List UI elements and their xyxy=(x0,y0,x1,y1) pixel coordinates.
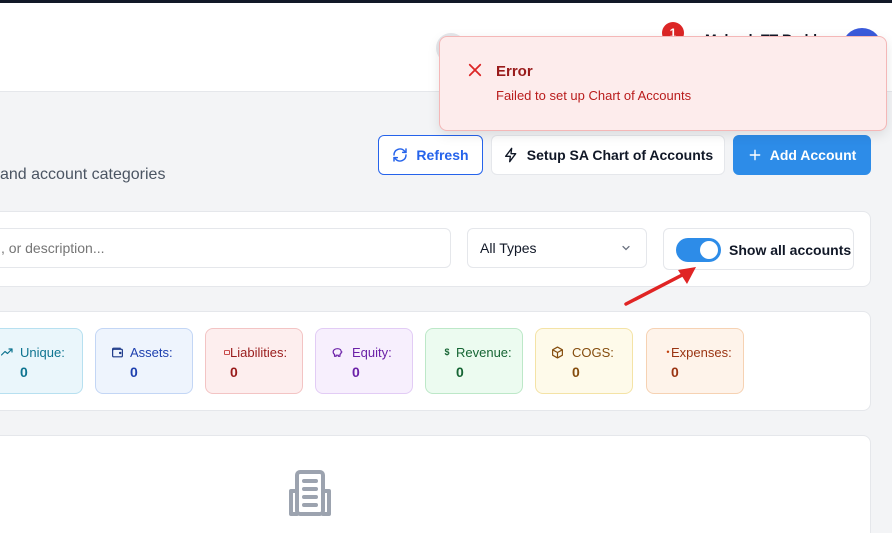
stat-unique: Unique: 0 xyxy=(0,328,83,394)
refresh-button[interactable]: Refresh xyxy=(378,135,483,175)
lightning-icon xyxy=(504,147,517,163)
stat-expenses: • Expenses: 0 xyxy=(646,328,744,394)
stat-value: 0 xyxy=(130,364,138,380)
toggle-knob xyxy=(700,241,718,259)
add-account-button[interactable]: Add Account xyxy=(733,135,871,175)
stat-label: Assets: xyxy=(130,345,173,360)
chevron-down-icon xyxy=(622,245,630,251)
refresh-label: Refresh xyxy=(416,147,469,163)
stat-value: 0 xyxy=(230,364,238,380)
toast-message: Failed to set up Chart of Accounts xyxy=(496,88,692,103)
stat-liabilities: Liabilities: 0 xyxy=(205,328,303,394)
stat-value: 0 xyxy=(352,364,360,380)
plus-icon xyxy=(749,149,761,161)
stat-assets: Assets: 0 xyxy=(95,328,193,394)
stat-equity: Equity: 0 xyxy=(315,328,413,394)
show-all-accounts-toggle[interactable] xyxy=(676,238,721,262)
trend-icon xyxy=(0,345,14,359)
setup-chart-button[interactable]: Setup SA Chart of Accounts xyxy=(491,135,725,175)
stat-label: Equity: xyxy=(352,345,392,360)
stat-value: 0 xyxy=(671,364,679,380)
error-toast[interactable]: Error Failed to set up Chart of Accounts xyxy=(439,36,887,131)
page-subtitle: and account categories xyxy=(0,166,166,183)
stat-label: Revenue: xyxy=(456,345,512,360)
account-type-select[interactable]: All Types xyxy=(467,228,647,268)
stat-cogs: COGS: 0 xyxy=(535,328,633,394)
stat-value: 0 xyxy=(572,364,580,380)
stat-label: COGS: xyxy=(572,345,614,360)
package-icon xyxy=(550,345,564,359)
show-all-accounts-label: Show all accounts xyxy=(729,242,852,258)
add-account-label: Add Account xyxy=(769,147,857,163)
stat-label: Unique: xyxy=(20,345,65,360)
stat-value: 0 xyxy=(20,364,28,380)
stat-label: Liabilities: xyxy=(230,345,288,360)
toast-title: Error xyxy=(496,63,533,80)
building-icon xyxy=(289,470,331,516)
search-input[interactable] xyxy=(0,228,451,268)
piggy-bank-icon xyxy=(330,345,344,359)
refresh-icon xyxy=(393,148,408,162)
stat-revenue: $ Revenue: 0 xyxy=(425,328,523,394)
dollar-icon: $ xyxy=(444,347,450,357)
close-icon[interactable] xyxy=(466,61,484,79)
setup-label: Setup SA Chart of Accounts xyxy=(526,147,714,163)
stat-label: Expenses: xyxy=(671,345,732,360)
account-type-value: All Types xyxy=(480,240,537,256)
stat-value: 0 xyxy=(456,364,464,380)
annotation-arrow xyxy=(624,267,696,306)
accounts-empty-state xyxy=(0,435,871,533)
wallet-icon xyxy=(110,345,124,359)
